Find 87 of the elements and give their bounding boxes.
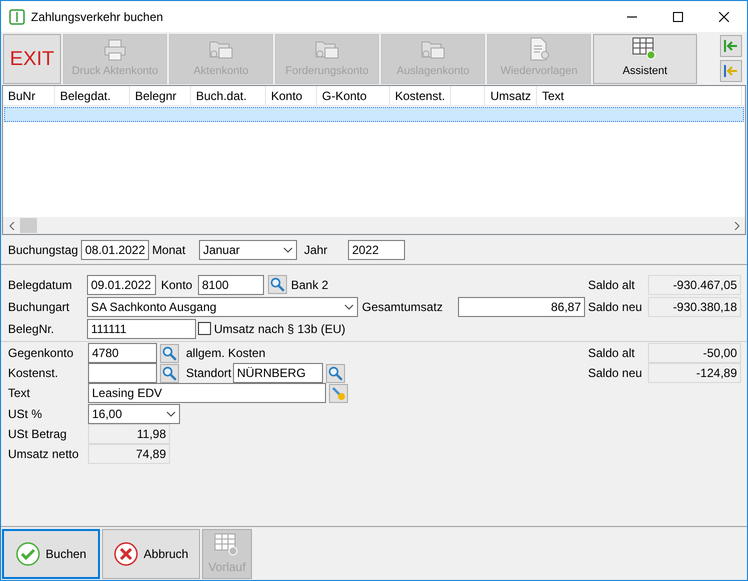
- column-header[interactable]: Belegdat.: [55, 86, 130, 106]
- scrollbar-thumb[interactable]: [20, 218, 37, 233]
- search-icon: [270, 277, 285, 292]
- book-button[interactable]: Buchen: [2, 528, 100, 578]
- month-select[interactable]: Januar: [199, 240, 298, 260]
- column-header[interactable]: Konto: [266, 86, 317, 106]
- account-field[interactable]: 8100: [198, 274, 264, 294]
- chevron-down-icon: [344, 304, 354, 310]
- field-label: Saldo alt: [588, 276, 636, 294]
- search-icon: [328, 366, 343, 380]
- receipt-number-field[interactable]: 111111: [87, 318, 196, 338]
- check-icon: [16, 542, 40, 566]
- net-amount-field: 74,89: [88, 444, 170, 464]
- maximize-icon: [673, 12, 683, 22]
- field-label: Umsatz netto: [8, 446, 80, 463]
- scroll-right-icon[interactable]: [734, 222, 740, 230]
- field-label: Standort: [185, 365, 230, 382]
- column-header[interactable]: G-Konto: [317, 86, 390, 106]
- table-row[interactable]: [4, 107, 744, 122]
- booking-type-select[interactable]: SA Sachkonto Ausgang: [87, 296, 358, 316]
- counter-account-field[interactable]: 4780: [88, 343, 157, 363]
- close-icon: [719, 12, 729, 22]
- year-field[interactable]: 2022: [348, 240, 406, 260]
- column-header[interactable]: Belegnr: [130, 86, 191, 106]
- checkbox-label: Umsatz nach § 13b (EU): [214, 320, 346, 338]
- arrow-left-icon: [723, 64, 739, 78]
- field-label: Konto: [160, 276, 194, 294]
- balance-field: -124,89: [648, 363, 741, 383]
- arrow-left-button[interactable]: [720, 60, 742, 82]
- field-label: Text: [8, 385, 32, 402]
- search-button[interactable]: [268, 275, 287, 294]
- field-label: Belegdatum: [8, 276, 74, 294]
- horizontal-scrollbar[interactable]: [3, 217, 745, 234]
- chevron-down-icon: [166, 411, 176, 417]
- search-icon: [162, 346, 177, 360]
- text-field[interactable]: Leasing EDV: [88, 383, 326, 403]
- column-header[interactable]: Umsatz: [485, 86, 537, 106]
- arrow-left-button[interactable]: [720, 35, 742, 57]
- search-button[interactable]: [160, 364, 179, 382]
- search-button[interactable]: [326, 364, 345, 382]
- field-label: Buchungart: [8, 298, 70, 316]
- field-label: Gegenkonto: [8, 345, 74, 362]
- field-label: Gesamtumsatz: [362, 298, 444, 316]
- field-label: Buchungstag: [8, 242, 78, 258]
- column-header[interactable]: BuNr: [3, 86, 55, 106]
- vat-amount-field: 11,98: [88, 424, 170, 444]
- window-title: Zahlungsverkehr buchen: [31, 8, 164, 26]
- field-label: BelegNr.: [8, 320, 56, 338]
- field-label: Saldo alt: [588, 345, 636, 362]
- account-name: allgem. Kosten: [185, 345, 266, 362]
- field-label: Monat: [152, 242, 186, 258]
- exit-button[interactable]: EXIT: [3, 34, 61, 84]
- date-field[interactable]: 09.01.2022: [87, 274, 156, 294]
- scroll-left-icon[interactable]: [8, 222, 14, 230]
- toolbar-button[interactable]: Assistent: [593, 34, 697, 84]
- account-name: Bank 2: [291, 276, 328, 294]
- field-label: Kostenst.: [8, 365, 60, 382]
- checkbox[interactable]: [198, 322, 211, 335]
- search-icon: [162, 366, 177, 380]
- chevron-down-icon: [283, 246, 294, 252]
- column-header[interactable]: Buch.dat.: [191, 86, 266, 106]
- arrow-left-icon: [723, 39, 739, 53]
- field-label: Jahr: [303, 242, 328, 258]
- document-icon: [528, 37, 550, 61]
- date-field[interactable]: 08.01.2022: [81, 240, 150, 260]
- printer-icon: [103, 39, 127, 61]
- grid-gear-icon: [632, 37, 658, 61]
- field-label: Saldo neu: [588, 365, 644, 382]
- cancel-button[interactable]: Abbruch: [102, 528, 200, 578]
- balance-field: -930.380,18: [648, 296, 741, 316]
- search-button[interactable]: [160, 344, 179, 362]
- location-field[interactable]: NÜRNBERG: [233, 363, 323, 383]
- field-label: Saldo neu: [588, 298, 644, 316]
- key-button[interactable]: [329, 384, 348, 402]
- balance-field: -930.467,05: [648, 274, 741, 294]
- key-icon: [331, 386, 346, 400]
- cost-center-field[interactable]: [88, 363, 157, 383]
- balance-field: -50,00: [648, 343, 741, 363]
- column-header[interactable]: Text: [537, 86, 742, 106]
- field-label: USt %: [8, 406, 44, 423]
- vat-select[interactable]: 16,00: [88, 404, 180, 424]
- app-icon: [9, 8, 25, 24]
- column-header[interactable]: Kostenst.: [390, 86, 451, 106]
- total-field[interactable]: 86,87: [458, 296, 585, 316]
- grid-gear-icon: [214, 532, 240, 556]
- close-icon: [114, 542, 138, 566]
- field-label: USt Betrag: [8, 426, 68, 443]
